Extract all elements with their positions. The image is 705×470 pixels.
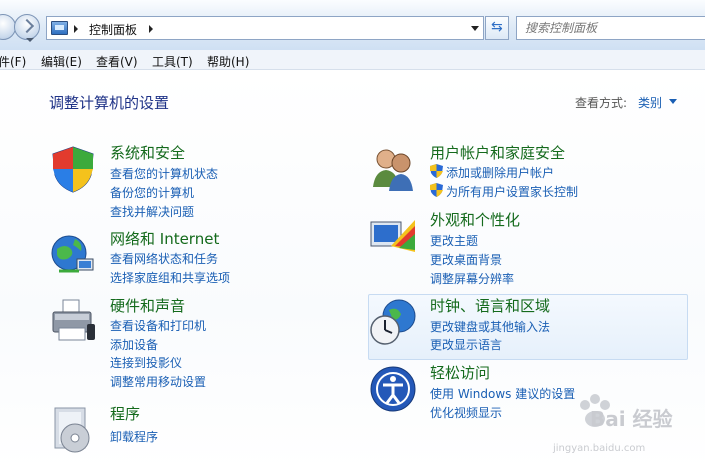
uac-shield-icon — [430, 164, 443, 178]
link-optimize-video-display[interactable]: 优化视频显示 — [430, 404, 502, 421]
link-change-keyboard-input[interactable]: 更改键盘或其他输入法 — [430, 318, 550, 335]
search-box[interactable] — [516, 16, 705, 40]
breadcrumb-arrow-icon[interactable] — [74, 25, 78, 33]
link-view-computer-status[interactable]: 查看您的计算机状态 — [110, 165, 218, 182]
menu-edit[interactable]: 编辑(E) — [41, 53, 82, 70]
link-uninstall-program[interactable]: 卸载程序 — [110, 428, 158, 445]
navigation-buttons — [0, 14, 46, 42]
category-title[interactable]: 程序 — [110, 403, 140, 424]
category-title[interactable]: 轻松访问 — [430, 362, 490, 383]
view-by-caret-icon[interactable] — [669, 99, 677, 104]
menu-bar: 件(F) 编辑(E) 查看(V) 工具(T) 帮助(H) — [0, 50, 705, 70]
address-box[interactable]: 控制面板 — [46, 16, 484, 40]
category-title[interactable]: 用户帐户和家庭安全 — [430, 142, 565, 163]
menu-view[interactable]: 查看(V) — [96, 53, 138, 70]
link-connect-projector[interactable]: 连接到投影仪 — [110, 354, 182, 371]
users-icon[interactable] — [369, 145, 417, 193]
link-parental-controls[interactable]: 为所有用户设置家长控制 — [446, 183, 578, 200]
appearance-icon[interactable] — [369, 212, 417, 260]
link-mobility-settings[interactable]: 调整常用移动设置 — [110, 373, 206, 390]
breadcrumb-arrow-icon[interactable] — [149, 25, 153, 33]
search-input[interactable] — [517, 17, 697, 39]
printer-icon[interactable] — [49, 298, 97, 346]
menu-tools[interactable]: 工具(T) — [152, 53, 193, 70]
refresh-icon: ⇆ — [491, 19, 503, 35]
view-by-dropdown[interactable]: 类别 — [638, 94, 662, 111]
link-homegroup-sharing[interactable]: 选择家庭组和共享选项 — [110, 269, 230, 286]
uac-shield-icon — [430, 183, 443, 197]
page-title: 调整计算机的设置 — [49, 94, 170, 112]
shield-icon[interactable] — [49, 145, 97, 193]
clock-globe-icon[interactable] — [369, 298, 417, 346]
forward-button[interactable] — [14, 14, 40, 40]
category-title[interactable]: 硬件和声音 — [110, 295, 185, 316]
recent-pages-dropdown-icon[interactable] — [26, 38, 34, 42]
link-change-theme[interactable]: 更改主题 — [430, 232, 478, 249]
address-dropdown-icon[interactable] — [471, 26, 479, 31]
baidu-watermark: Bai 经验 jingyan.baidu.com — [545, 385, 705, 465]
link-troubleshoot[interactable]: 查找并解决问题 — [110, 203, 194, 220]
link-network-status[interactable]: 查看网络状态和任务 — [110, 250, 218, 267]
breadcrumb-control-panel[interactable]: 控制面板 — [89, 21, 137, 38]
menu-file[interactable]: 件(F) — [0, 53, 26, 70]
link-backup-computer[interactable]: 备份您的计算机 — [110, 184, 194, 201]
control-panel-icon — [51, 21, 68, 35]
ease-of-access-icon[interactable] — [369, 365, 417, 413]
globe-network-icon[interactable] — [49, 231, 97, 279]
programs-icon[interactable] — [49, 406, 97, 454]
category-title[interactable]: 系统和安全 — [110, 142, 185, 163]
link-change-display-language[interactable]: 更改显示语言 — [430, 336, 502, 353]
link-devices-printers[interactable]: 查看设备和打印机 — [110, 317, 206, 334]
address-bar-region: 控制面板 ⇆ — [0, 0, 705, 50]
refresh-button[interactable]: ⇆ — [485, 16, 509, 40]
link-add-device[interactable]: 添加设备 — [110, 336, 158, 353]
category-title[interactable]: 网络和 Internet — [110, 228, 219, 249]
watermark-url: jingyan.baidu.com — [553, 443, 646, 454]
link-change-desktop-background[interactable]: 更改桌面背景 — [430, 251, 502, 268]
view-by-label: 查看方式: — [575, 96, 628, 110]
menu-help[interactable]: 帮助(H) — [207, 53, 249, 70]
category-title[interactable]: 时钟、语言和区域 — [430, 295, 550, 316]
watermark-brand: Bai 经验 — [590, 407, 673, 431]
link-add-remove-accounts[interactable]: 添加或删除用户帐户 — [446, 164, 554, 181]
link-screen-resolution[interactable]: 调整屏幕分辨率 — [430, 270, 514, 287]
category-title[interactable]: 外观和个性化 — [430, 209, 520, 230]
